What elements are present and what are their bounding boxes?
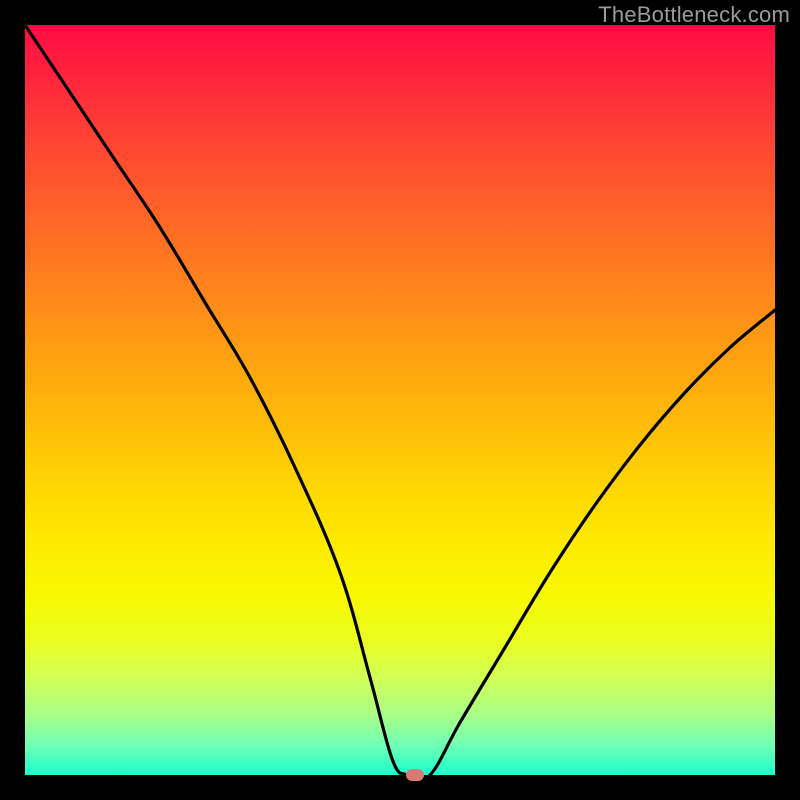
plot-area — [25, 25, 775, 775]
optimum-marker — [406, 769, 424, 781]
bottleneck-curve — [25, 25, 775, 775]
watermark-text: TheBottleneck.com — [598, 2, 790, 28]
chart-frame: TheBottleneck.com — [0, 0, 800, 800]
